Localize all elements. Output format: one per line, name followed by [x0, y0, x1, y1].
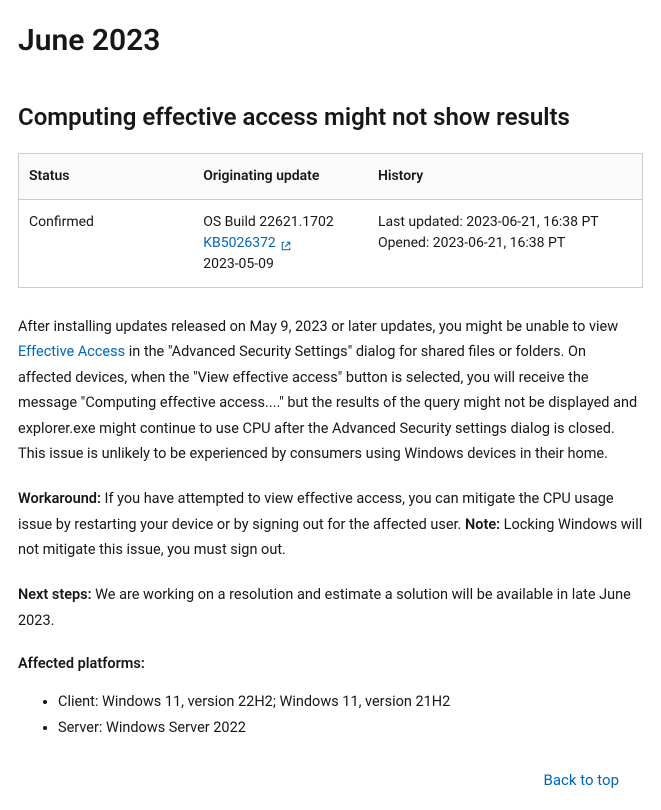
intro-post: in the "Advanced Security Settings" dial… — [18, 343, 637, 462]
intro-pre: After installing updates released on May… — [18, 318, 618, 335]
history-opened: Opened: 2023-06-21, 16:38 PT — [378, 233, 632, 254]
table-header-row: Status Originating update History — [19, 154, 643, 200]
nextsteps-paragraph: Next steps: We are working on a resoluti… — [18, 582, 643, 633]
affected-platforms-list: Client: Windows 11, version 22H2; Window… — [18, 689, 643, 741]
back-to-top-link[interactable]: Back to top — [544, 771, 619, 789]
list-item: Server: Windows Server 2022 — [58, 715, 643, 741]
kb-link[interactable]: KB5026372 — [203, 233, 292, 254]
issue-description: After installing updates released on May… — [18, 314, 643, 466]
workaround-paragraph: Workaround: If you have attempted to vie… — [18, 486, 643, 562]
cell-update: OS Build 22621.1702 KB5026372 202 — [193, 200, 368, 288]
history-updated: Last updated: 2023-06-21, 16:38 PT — [378, 212, 632, 233]
external-link-icon — [280, 238, 292, 250]
cell-history: Last updated: 2023-06-21, 16:38 PT Opene… — [368, 200, 643, 288]
list-item: Client: Windows 11, version 22H2; Window… — [58, 689, 643, 715]
nextsteps-text: We are working on a resolution and estim… — [18, 586, 631, 628]
affected-platforms-label: Affected platforms: — [18, 653, 643, 675]
table-row: Confirmed OS Build 22621.1702 KB5026372 — [19, 200, 643, 288]
workaround-label: Workaround: — [18, 490, 101, 507]
month-heading: June 2023 — [18, 18, 643, 63]
update-date: 2023-05-09 — [203, 254, 358, 275]
nextsteps-label: Next steps: — [18, 586, 92, 603]
issue-table: Status Originating update History Confir… — [18, 153, 643, 288]
effective-access-link[interactable]: Effective Access — [18, 343, 125, 360]
update-build: OS Build 22621.1702 — [203, 212, 358, 233]
kb-link-text: KB5026372 — [203, 233, 276, 254]
col-header-status: Status — [19, 154, 194, 200]
col-header-update: Originating update — [193, 154, 368, 200]
note-label: Note: — [465, 516, 500, 533]
col-header-history: History — [368, 154, 643, 200]
cell-status: Confirmed — [19, 200, 194, 288]
issue-heading: Computing effective access might not sho… — [18, 99, 643, 135]
